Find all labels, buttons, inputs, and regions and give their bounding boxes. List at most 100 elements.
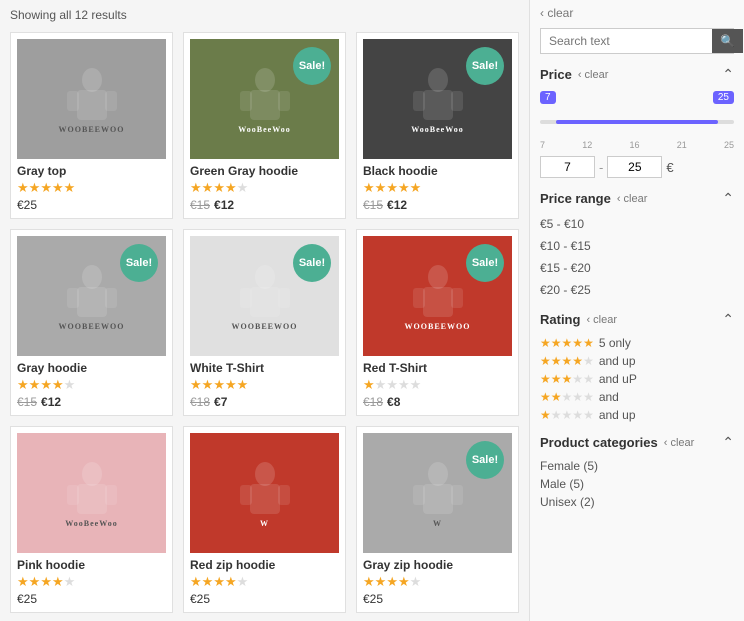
rating-label: and uP <box>599 372 637 386</box>
sale-badge: Sale! <box>466 441 504 479</box>
product-grid: WOOBEEWOO Gray top ★★★★★ €25 Sale! WooBe… <box>10 32 519 613</box>
rating-filter-header: Rating ‹ clear ⌃ <box>540 311 734 328</box>
clear-all-link[interactable]: ‹ clear <box>540 6 573 20</box>
product-name: Black hoodie <box>363 164 512 178</box>
price-max-input[interactable] <box>607 156 662 178</box>
categories-filter: Product categories ‹ clear ⌃ Female (5) M… <box>540 434 734 509</box>
product-card[interactable]: Sale! WOOBEEWOO Gray hoodie ★★★★★ €15€12 <box>10 229 173 416</box>
product-price: €15€12 <box>17 395 166 409</box>
product-name: Gray top <box>17 164 166 178</box>
rating-item[interactable]: ★★★★★5 only <box>540 336 734 350</box>
rating-item[interactable]: ★★★★★and up <box>540 408 734 422</box>
categories-title: Product categories <box>540 435 658 450</box>
price-filter: Price ‹ clear ⌃ 7 25 7 12 16 21 25 <box>540 66 734 178</box>
product-card[interactable]: Sale! WooBeeWoo Black hoodie ★★★★★ €15€1… <box>356 32 519 219</box>
sale-badge: Sale! <box>293 244 331 282</box>
rating-label: and up <box>599 408 636 422</box>
product-stars: ★★★★★ <box>363 574 512 590</box>
search-input[interactable] <box>541 29 712 53</box>
rating-label: and <box>599 390 619 404</box>
sidebar-clear-top: ‹ clear <box>540 6 734 20</box>
rating-item[interactable]: ★★★★★and uP <box>540 372 734 386</box>
product-name: Pink hoodie <box>17 558 166 572</box>
results-count: Showing all 12 results <box>10 8 519 22</box>
price-range-item[interactable]: €20 - €25 <box>540 281 734 299</box>
price-filter-toggle[interactable]: ⌃ <box>722 66 734 83</box>
product-card[interactable]: Sale! WooBeeWoo Green Gray hoodie ★★★★★ … <box>183 32 346 219</box>
product-card[interactable]: WOOBEEWOO Gray top ★★★★★ €25 <box>10 32 173 219</box>
product-price: €25 <box>363 592 512 606</box>
product-stars: ★★★★★ <box>190 377 339 393</box>
product-name: Gray hoodie <box>17 361 166 375</box>
product-stars: ★★★★★ <box>17 377 166 393</box>
product-name: Red zip hoodie <box>190 558 339 572</box>
categories-clear[interactable]: ‹ clear <box>664 437 695 449</box>
price-range-item[interactable]: €15 - €20 <box>540 259 734 277</box>
price-clear-link[interactable]: ‹ clear <box>578 69 609 81</box>
product-image: WooBeeWoo <box>17 433 166 553</box>
slider-max-label: 25 <box>713 91 734 104</box>
price-range-items: €5 - €10 €10 - €15 €15 - €20 €20 - €25 <box>540 215 734 299</box>
search-box: 🔍 <box>540 28 734 54</box>
search-button[interactable]: 🔍 <box>712 29 743 53</box>
product-price: €15€12 <box>190 198 339 212</box>
price-range-item[interactable]: €5 - €10 <box>540 215 734 233</box>
product-card[interactable]: W Red zip hoodie ★★★★★ €25 <box>183 426 346 613</box>
product-image: Sale! WOOBEEWOO <box>363 236 512 356</box>
rating-label: and up <box>599 354 636 368</box>
price-input-row: - € <box>540 156 734 178</box>
product-name: White T-Shirt <box>190 361 339 375</box>
product-image: Sale! WOOBEEWOO <box>17 236 166 356</box>
product-stars: ★★★★★ <box>17 180 166 196</box>
sale-badge: Sale! <box>120 244 158 282</box>
sale-badge: Sale! <box>293 47 331 85</box>
category-item[interactable]: Unisex (2) <box>540 495 734 509</box>
price-range-title: Price range <box>540 191 611 206</box>
price-slider[interactable] <box>540 112 734 132</box>
rating-toggle[interactable]: ⌃ <box>722 311 734 328</box>
product-card[interactable]: Sale! WOOBEEWOO Red T-Shirt ★★★★★ €18€8 <box>356 229 519 416</box>
price-currency: € <box>666 160 673 175</box>
rating-clear[interactable]: ‹ clear <box>586 314 617 326</box>
rating-label: 5 only <box>599 336 631 350</box>
rating-item[interactable]: ★★★★★and up <box>540 354 734 368</box>
main-content: Showing all 12 results WOOBEEWOO Gray to… <box>0 0 529 621</box>
product-price: €18€7 <box>190 395 339 409</box>
slider-min-label: 7 <box>540 91 556 104</box>
category-item[interactable]: Female (5) <box>540 459 734 473</box>
price-range-filter: Price range ‹ clear ⌃ €5 - €10€10 - €15€… <box>540 190 734 299</box>
rating-filter: Rating ‹ clear ⌃ ★★★★★5 only★★★★★and up★… <box>540 311 734 422</box>
price-range-clear[interactable]: ‹ clear <box>617 193 648 205</box>
rating-title: Rating <box>540 312 580 327</box>
product-stars: ★★★★★ <box>17 574 166 590</box>
category-item[interactable]: Male (5) <box>540 477 734 491</box>
product-price: €25 <box>17 592 166 606</box>
price-range-toggle[interactable]: ⌃ <box>722 190 734 207</box>
categories-filter-header: Product categories ‹ clear ⌃ <box>540 434 734 451</box>
price-filter-header: Price ‹ clear ⌃ <box>540 66 734 83</box>
product-stars: ★★★★★ <box>190 574 339 590</box>
sale-badge: Sale! <box>466 244 504 282</box>
rating-item[interactable]: ★★★★★and <box>540 390 734 404</box>
categories-toggle[interactable]: ⌃ <box>722 434 734 451</box>
product-image: Sale! WooBeeWoo <box>190 39 339 159</box>
product-image: Sale! WooBeeWoo <box>363 39 512 159</box>
product-image: Sale! W <box>363 433 512 553</box>
sale-badge: Sale! <box>466 47 504 85</box>
price-range-item[interactable]: €10 - €15 <box>540 237 734 255</box>
product-card[interactable]: WooBeeWoo Pink hoodie ★★★★★ €25 <box>10 426 173 613</box>
price-filter-title: Price <box>540 67 572 82</box>
product-price: €15€12 <box>363 198 512 212</box>
sidebar: ‹ clear 🔍 Price ‹ clear ⌃ 7 25 <box>529 0 744 621</box>
product-name: Green Gray hoodie <box>190 164 339 178</box>
rating-items: ★★★★★5 only ★★★★★and up ★★★★★and uP ★★★★★an… <box>540 336 734 422</box>
product-price: €25 <box>190 592 339 606</box>
product-stars: ★★★★★ <box>363 180 512 196</box>
product-price: €18€8 <box>363 395 512 409</box>
product-image: WOOBEEWOO <box>17 39 166 159</box>
price-min-input[interactable] <box>540 156 595 178</box>
product-card[interactable]: Sale! W Gray zip hoodie ★★★★★ €25 <box>356 426 519 613</box>
product-price: €25 <box>17 198 166 212</box>
product-card[interactable]: Sale! WOOBEEWOO White T-Shirt ★★★★★ €18€… <box>183 229 346 416</box>
product-name: Red T-Shirt <box>363 361 512 375</box>
